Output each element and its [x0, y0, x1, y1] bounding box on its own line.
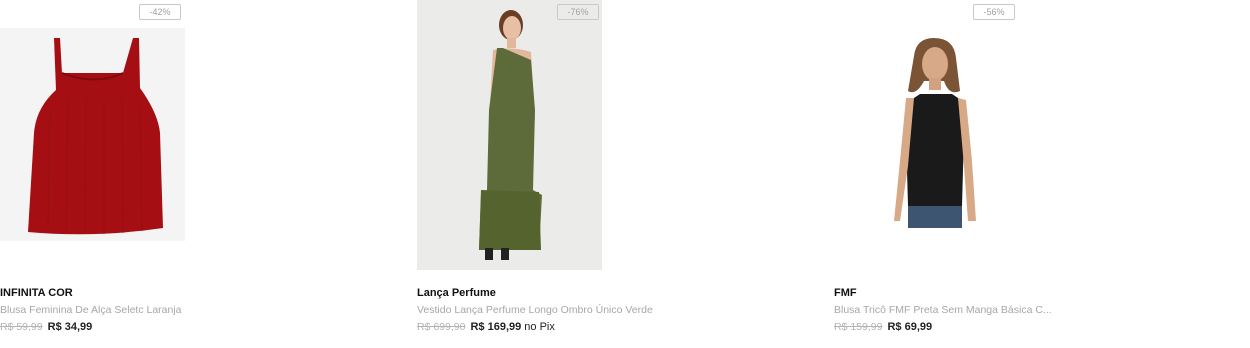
product-image[interactable] [417, 0, 602, 270]
product-brand[interactable]: Lança Perfume [417, 287, 496, 299]
old-price: R$ 59,99 [0, 321, 43, 333]
product-name[interactable]: Blusa Tricô FMF Preta Sem Manga Básica C… [834, 304, 1052, 316]
old-price: R$ 699,90 [417, 321, 466, 333]
product-prices: R$ 59,99 R$ 34,99 [0, 321, 92, 333]
red-tank-top-image [0, 28, 185, 241]
product-brand[interactable]: INFINITA COR [0, 287, 73, 299]
green-dress-model-image [417, 0, 602, 270]
black-knit-top-model-image [864, 36, 1004, 228]
pix-label: no Pix [524, 321, 555, 333]
product-prices: R$ 159,99 R$ 69,99 [834, 321, 932, 333]
product-card[interactable]: -56% FMF Blusa Tricô FMF Preta Sem Manga… [834, 0, 1194, 348]
old-price: R$ 159,99 [834, 321, 883, 333]
product-card[interactable]: -42% INFINITA COR Blusa Feminina De Alça… [0, 0, 360, 348]
discount-badge: -56% [973, 4, 1015, 20]
discount-badge: -42% [139, 4, 181, 20]
product-card[interactable]: -76% Lança Perfume Vestido Lança Perfume… [417, 0, 777, 348]
product-name[interactable]: Blusa Feminina De Alça Seletc Laranja [0, 304, 182, 316]
current-price: R$ 34,99 [47, 321, 93, 333]
product-brand[interactable]: FMF [834, 287, 857, 299]
product-image[interactable] [864, 36, 1004, 228]
discount-badge: -76% [557, 4, 599, 20]
product-image[interactable] [0, 28, 185, 241]
product-prices: R$ 699,90 R$ 169,99 no Pix [417, 321, 555, 333]
product-name[interactable]: Vestido Lança Perfume Longo Ombro Único … [417, 304, 653, 316]
current-price: R$ 169,99 [470, 321, 522, 333]
current-price: R$ 69,99 [887, 321, 933, 333]
